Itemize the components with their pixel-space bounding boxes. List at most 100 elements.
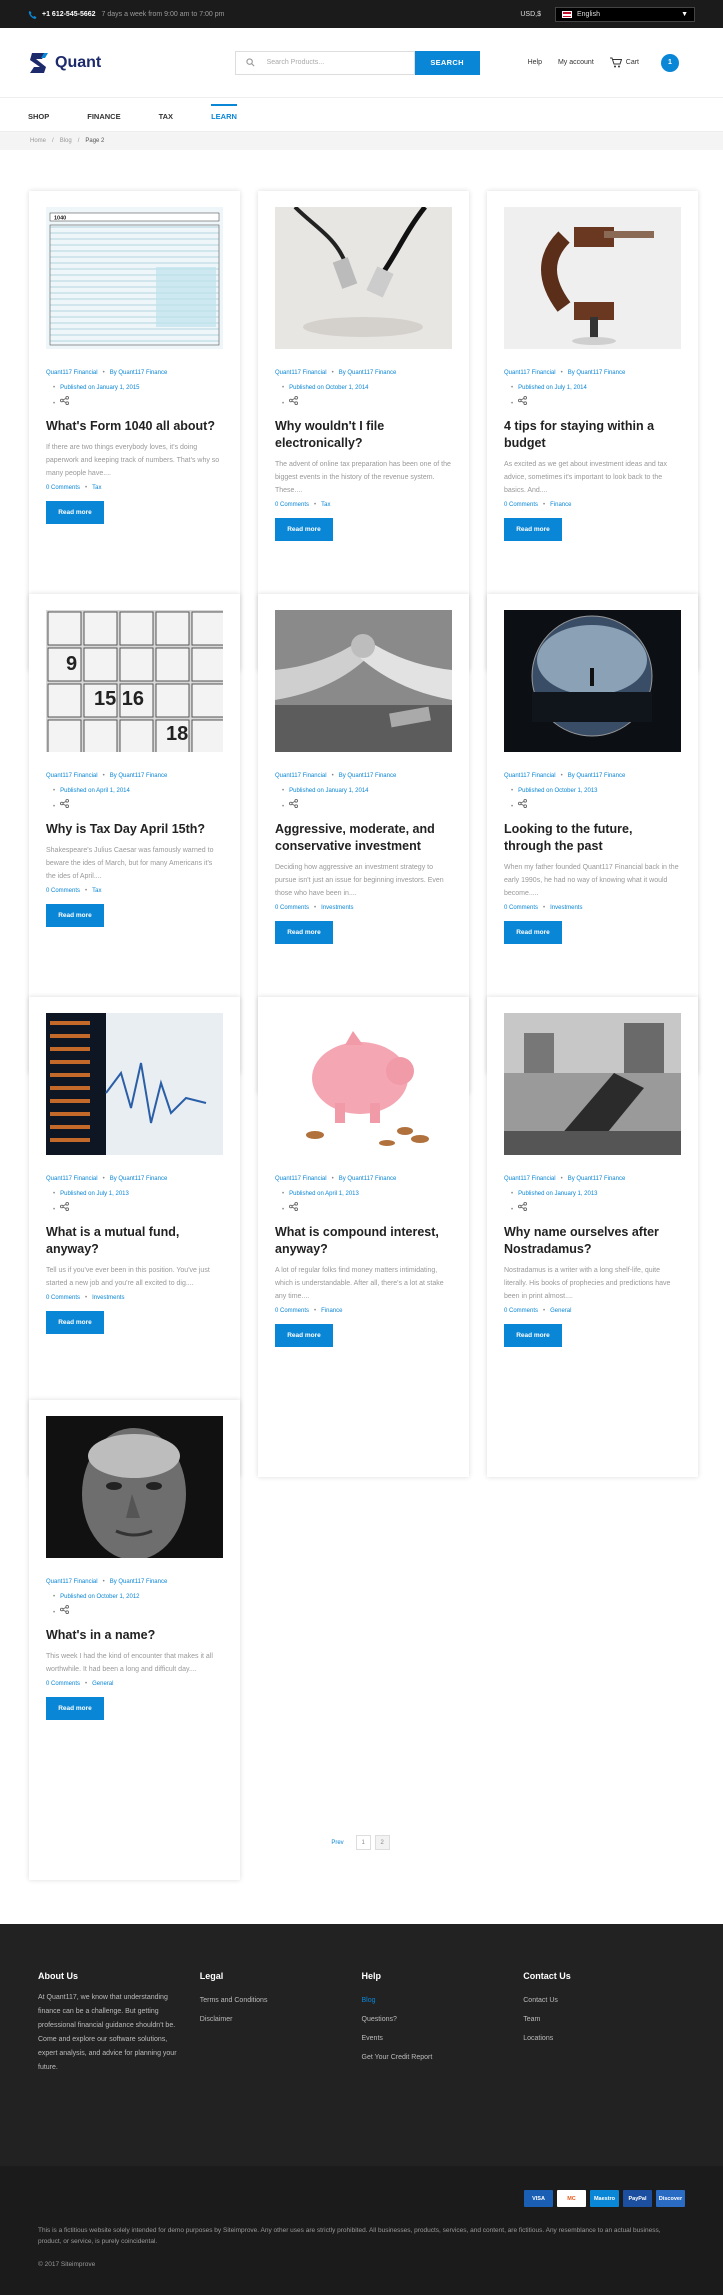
footer-link-blog[interactable]: Blog	[362, 1991, 524, 2010]
share-icon[interactable]	[289, 396, 299, 405]
post-category-link[interactable]: Investments	[550, 905, 582, 911]
post-author-link[interactable]: Quant117 Financial	[275, 370, 327, 376]
pagination-page-2[interactable]: 2	[374, 1835, 390, 1850]
post-comments-link[interactable]: 0 Comments	[275, 502, 309, 508]
post-comments-link[interactable]: 0 Comments	[504, 502, 538, 508]
footer-link-disclaimer[interactable]: Disclaimer	[200, 2010, 362, 2029]
nav-finance[interactable]: FINANCE	[87, 110, 120, 131]
search-button[interactable]: SEARCH	[414, 50, 480, 75]
share-icon[interactable]	[60, 799, 70, 808]
post-title[interactable]: What is compound interest, anyway?	[275, 1224, 452, 1258]
post-by-link[interactable]: By Quant117 Finance	[110, 1176, 168, 1182]
post-comments-link[interactable]: 0 Comments	[46, 888, 80, 894]
read-more-button[interactable]: Read more	[46, 1311, 104, 1334]
post-author-link[interactable]: Quant117 Financial	[46, 1176, 98, 1182]
post-by-link[interactable]: By Quant117 Finance	[568, 1176, 626, 1182]
breadcrumb-home[interactable]: Home	[30, 138, 46, 144]
cart-button[interactable]: Cart 1	[609, 53, 695, 72]
post-by-link[interactable]: By Quant117 Finance	[110, 370, 168, 376]
post-by-link[interactable]: By Quant117 Finance	[568, 370, 626, 376]
footer-link-events[interactable]: Events	[362, 2029, 524, 2048]
post-author-link[interactable]: Quant117 Financial	[46, 1579, 98, 1585]
post-comments-link[interactable]: 0 Comments	[504, 905, 538, 911]
post-category-link[interactable]: Investments	[321, 905, 353, 911]
search-input[interactable]: Search Products...	[234, 50, 415, 75]
post-thumbnail-sphere[interactable]	[504, 610, 681, 752]
footer-link-locations[interactable]: Locations	[523, 2029, 685, 2048]
post-author-link[interactable]: Quant117 Financial	[46, 370, 98, 376]
post-thumbnail-arms[interactable]	[275, 610, 452, 752]
post-author-link[interactable]: Quant117 Financial	[275, 1176, 327, 1182]
post-title[interactable]: Aggressive, moderate, and conservative i…	[275, 821, 452, 855]
post-comments-link[interactable]: 0 Comments	[504, 1308, 538, 1314]
footer-link-credit-report[interactable]: Get Your Credit Report	[362, 2048, 524, 2067]
breadcrumb-blog[interactable]: Blog	[60, 138, 72, 144]
post-title[interactable]: Why wouldn't I file electronically?	[275, 418, 452, 452]
share-icon[interactable]	[518, 1202, 528, 1211]
post-by-link[interactable]: By Quant117 Finance	[110, 773, 168, 779]
footer-link-questions[interactable]: Questions?	[362, 2010, 524, 2029]
phone-number[interactable]: +1 612-545-5662	[42, 11, 96, 18]
share-icon[interactable]	[60, 1202, 70, 1211]
post-thumbnail-cable[interactable]	[275, 207, 452, 349]
post-category-link[interactable]: General	[550, 1308, 571, 1314]
share-icon[interactable]	[60, 1605, 70, 1614]
post-comments-link[interactable]: 0 Comments	[46, 485, 80, 491]
post-title[interactable]: Looking to the future, through the past	[504, 821, 681, 855]
post-category-link[interactable]: Investments	[92, 1295, 124, 1301]
post-title[interactable]: 4 tips for staying within a budget	[504, 418, 681, 452]
nav-shop[interactable]: SHOP	[28, 110, 49, 131]
post-thumbnail-calendar[interactable]: 9 15 16 18	[46, 610, 223, 752]
read-more-button[interactable]: Read more	[275, 518, 333, 541]
post-by-link[interactable]: By Quant117 Finance	[568, 773, 626, 779]
share-icon[interactable]	[60, 396, 70, 405]
read-more-button[interactable]: Read more	[46, 904, 104, 927]
nav-learn[interactable]: LEARN	[211, 104, 237, 131]
post-author-link[interactable]: Quant117 Financial	[504, 1176, 556, 1182]
post-by-link[interactable]: By Quant117 Finance	[110, 1579, 168, 1585]
post-category-link[interactable]: Finance	[550, 502, 571, 508]
post-comments-link[interactable]: 0 Comments	[46, 1295, 80, 1301]
language-selector[interactable]: English ▼	[555, 6, 695, 22]
post-comments-link[interactable]: 0 Comments	[275, 1308, 309, 1314]
post-thumbnail-clamp[interactable]	[504, 207, 681, 349]
post-category-link[interactable]: Tax	[92, 485, 101, 491]
post-by-link[interactable]: By Quant117 Finance	[339, 370, 397, 376]
share-icon[interactable]	[518, 396, 528, 405]
read-more-button[interactable]: Read more	[275, 1324, 333, 1347]
post-thumbnail-train[interactable]	[504, 1013, 681, 1155]
post-category-link[interactable]: General	[92, 1681, 113, 1687]
currency-selector[interactable]: USD,$	[520, 11, 541, 18]
post-thumbnail-face[interactable]	[46, 1416, 223, 1558]
read-more-button[interactable]: Read more	[275, 921, 333, 944]
my-account-link[interactable]: My account	[558, 59, 594, 66]
footer-link-terms[interactable]: Terms and Conditions	[200, 1991, 362, 2010]
post-thumbnail-piggy[interactable]	[275, 1013, 452, 1155]
post-title[interactable]: What's Form 1040 all about?	[46, 418, 223, 435]
share-icon[interactable]	[518, 799, 528, 808]
post-title[interactable]: Why is Tax Day April 15th?	[46, 821, 223, 838]
help-link[interactable]: Help	[528, 59, 542, 66]
post-title[interactable]: What's in a name?	[46, 1627, 223, 1644]
read-more-button[interactable]: Read more	[504, 1324, 562, 1347]
post-author-link[interactable]: Quant117 Financial	[46, 773, 98, 779]
read-more-button[interactable]: Read more	[504, 921, 562, 944]
post-comments-link[interactable]: 0 Comments	[46, 1681, 80, 1687]
share-icon[interactable]	[289, 1202, 299, 1211]
post-category-link[interactable]: Tax	[321, 502, 330, 508]
read-more-button[interactable]: Read more	[504, 518, 562, 541]
post-by-link[interactable]: By Quant117 Finance	[339, 773, 397, 779]
nav-tax[interactable]: TAX	[159, 110, 173, 131]
post-title[interactable]: What is a mutual fund, anyway?	[46, 1224, 223, 1258]
site-logo[interactable]: Quant	[28, 51, 101, 75]
post-author-link[interactable]: Quant117 Financial	[275, 773, 327, 779]
post-thumbnail-stock[interactable]	[46, 1013, 223, 1155]
post-category-link[interactable]: Finance	[321, 1308, 342, 1314]
footer-link-team[interactable]: Team	[523, 2010, 685, 2029]
pagination-prev[interactable]: Prev	[331, 1840, 343, 1846]
read-more-button[interactable]: Read more	[46, 1697, 104, 1720]
post-category-link[interactable]: Tax	[92, 888, 101, 894]
read-more-button[interactable]: Read more	[46, 501, 104, 524]
post-author-link[interactable]: Quant117 Financial	[504, 773, 556, 779]
post-comments-link[interactable]: 0 Comments	[275, 905, 309, 911]
